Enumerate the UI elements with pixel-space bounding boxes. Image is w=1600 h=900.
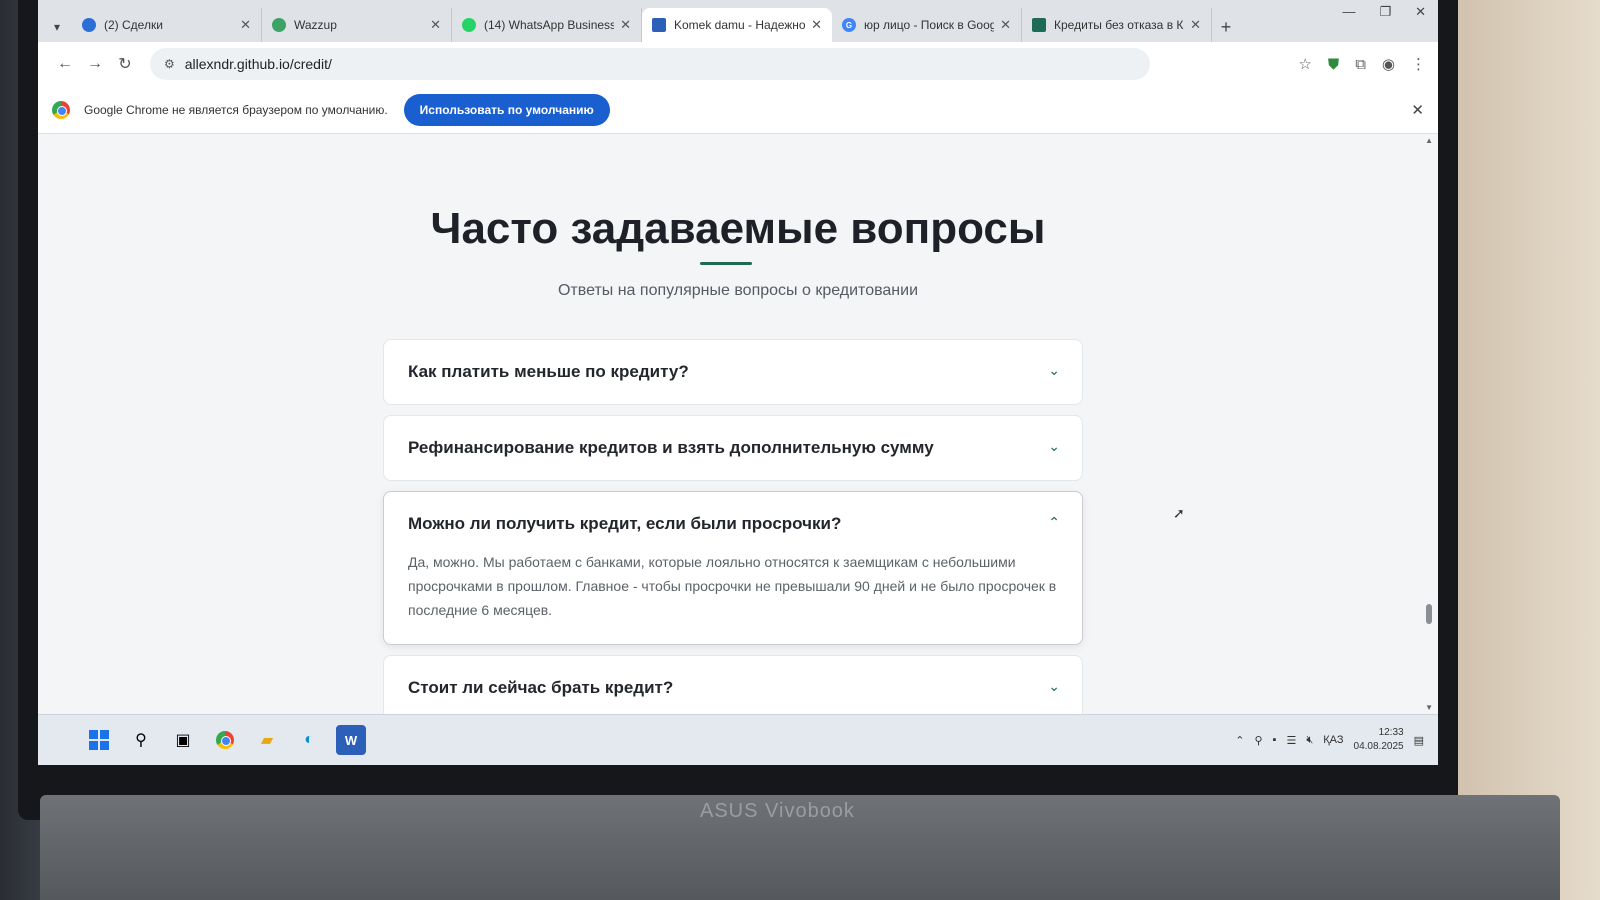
restore-icon[interactable]: ❐ bbox=[1379, 4, 1391, 20]
word-icon[interactable]: W bbox=[336, 725, 366, 755]
scroll-down-icon[interactable]: ▼ bbox=[1425, 703, 1433, 712]
file-explorer-icon[interactable]: ▰ bbox=[252, 725, 282, 755]
set-default-button[interactable]: Использовать по умолчанию bbox=[403, 93, 610, 126]
faq-item[interactable]: Стоит ли сейчас брать кредит? ⌄ bbox=[383, 655, 1083, 721]
faq-item[interactable]: Как платить меньше по кредиту? ⌄ bbox=[383, 339, 1083, 405]
infobar-message: Google Chrome не является браузером по у… bbox=[84, 102, 388, 117]
page-subtitle: Ответы на популярные вопросы о кредитова… bbox=[557, 282, 919, 299]
site-settings-icon[interactable]: ⚙ bbox=[164, 57, 175, 71]
tab-title: Wazzup bbox=[294, 18, 337, 32]
back-arrow-icon[interactable]: ← bbox=[50, 49, 80, 79]
clock[interactable]: 12:33 04.08.2025 bbox=[1354, 726, 1404, 754]
location-icon[interactable]: ⚲ bbox=[1254, 734, 1262, 747]
extensions-puzzle-icon[interactable]: ⧉ bbox=[1355, 56, 1366, 73]
default-browser-infobar: Google Chrome не является браузером по у… bbox=[38, 86, 1438, 134]
chevron-down-icon[interactable]: ⌄ bbox=[1048, 678, 1060, 695]
volume-muted-icon[interactable]: 🔇︎ bbox=[1306, 734, 1313, 747]
tab-google-search[interactable]: G юр лицо - Поиск в Google ✕ bbox=[832, 8, 1022, 42]
faq-question: Можно ли получить кредит, если были прос… bbox=[408, 514, 842, 533]
chevron-up-icon[interactable]: ⌃ bbox=[1048, 514, 1060, 531]
tab-komek-damu[interactable]: Komek damu - Надежное ✕ bbox=[642, 8, 832, 42]
tray-app-icon[interactable]: ▪ bbox=[1273, 734, 1277, 746]
tab-close-icon[interactable]: ✕ bbox=[1190, 17, 1201, 33]
faq-question: Как платить меньше по кредиту? bbox=[408, 362, 689, 381]
new-tab-button[interactable]: + bbox=[1212, 12, 1240, 42]
chevron-down-icon[interactable]: ⌄ bbox=[1048, 438, 1060, 455]
clock-date: 04.08.2025 bbox=[1353, 741, 1404, 752]
menu-dots-icon[interactable]: ⋮ bbox=[1411, 55, 1426, 73]
reload-icon[interactable]: ↻ bbox=[110, 49, 140, 79]
forward-arrow-icon[interactable]: → bbox=[80, 49, 110, 79]
clock-time: 12:33 bbox=[1378, 727, 1404, 738]
tab-close-icon[interactable]: ✕ bbox=[240, 17, 251, 33]
system-tray: ⌃ ⚲ ▪ ☰ 🔇︎ ҚАЗ 12:33 04.08.2025 ▤ bbox=[1235, 726, 1438, 754]
faq-list: Как платить меньше по кредиту? ⌄ Рефинан… bbox=[383, 339, 1083, 731]
page-scrollbar[interactable]: ▲ ▼ bbox=[1424, 134, 1434, 714]
tab-close-icon[interactable]: ✕ bbox=[620, 17, 631, 33]
tab-close-icon[interactable]: ✕ bbox=[1000, 17, 1011, 33]
faq-item[interactable]: Рефинансирование кредитов и взять дополн… bbox=[383, 415, 1083, 481]
tab-credits[interactable]: Кредиты без отказа в Ка ✕ bbox=[1022, 8, 1212, 42]
favicon-icon bbox=[82, 18, 96, 32]
tab-title: Komek damu - Надежное bbox=[674, 18, 806, 32]
browser-toolbar: ← → ↻ ⚙ allexndr.github.io/credit/ ☆ ⛊ ⧉… bbox=[38, 42, 1438, 86]
chrome-logo-icon bbox=[52, 100, 70, 119]
faq-item-open[interactable]: Можно ли получить кредит, если были прос… bbox=[383, 491, 1083, 645]
edge-icon[interactable]: ◐ bbox=[294, 725, 324, 755]
address-bar[interactable]: ⚙ allexndr.github.io/credit/ bbox=[150, 48, 1150, 80]
google-icon: G bbox=[842, 18, 856, 32]
laptop-brand: ASUS Vivobook bbox=[700, 800, 855, 822]
favicon-icon bbox=[462, 18, 476, 32]
tab-title: (2) Сделки bbox=[104, 18, 163, 32]
tab-wazzup[interactable]: Wazzup ✕ bbox=[262, 8, 452, 42]
infobar-close-icon[interactable]: ✕ bbox=[1411, 101, 1424, 119]
tab-title: Кредиты без отказа в Ка bbox=[1054, 18, 1185, 32]
mouse-cursor-icon: ➚ bbox=[1173, 505, 1185, 521]
windows-start-icon[interactable] bbox=[84, 725, 114, 755]
favicon-icon bbox=[1032, 18, 1046, 32]
taskbar: ⚲ ▣ ▰ ◐ W ⌃ ⚲ ▪ ☰ 🔇︎ ҚАЗ 12:33 04.08.202… bbox=[38, 714, 1438, 765]
chevron-down-icon[interactable]: ⌄ bbox=[1048, 362, 1060, 379]
tray-chevron-up-icon[interactable]: ⌃ bbox=[1235, 734, 1244, 747]
scroll-up-icon[interactable]: ▲ bbox=[1425, 136, 1433, 145]
url-text: allexndr.github.io/credit/ bbox=[184, 56, 332, 72]
shield-extension-icon[interactable]: ⛊ bbox=[1328, 56, 1339, 73]
window-controls: — ❐ ✕ bbox=[1342, 4, 1426, 20]
tab-deals[interactable]: (2) Сделки ✕ bbox=[72, 8, 262, 42]
favicon-icon bbox=[652, 18, 666, 32]
tab-strip: ▾ (2) Сделки ✕ Wazzup ✕ (14) WhatsApp Bu… bbox=[38, 0, 1438, 42]
profile-icon[interactable]: ◉ bbox=[1382, 55, 1395, 73]
screen: ▾ (2) Сделки ✕ Wazzup ✕ (14) WhatsApp Bu… bbox=[38, 0, 1438, 765]
notifications-icon[interactable]: ▤ bbox=[1414, 734, 1424, 747]
scroll-thumb[interactable] bbox=[1426, 604, 1432, 624]
bookmark-star-icon[interactable]: ☆ bbox=[1298, 55, 1311, 73]
tab-close-icon[interactable]: ✕ bbox=[811, 17, 822, 33]
faq-question: Рефинансирование кредитов и взять дополн… bbox=[408, 438, 934, 457]
chrome-taskbar-icon[interactable] bbox=[210, 725, 240, 755]
faq-question: Стоит ли сейчас брать кредит? bbox=[408, 678, 674, 697]
tab-whatsapp-business[interactable]: (14) WhatsApp Business ✕ bbox=[452, 8, 642, 42]
search-icon[interactable]: ⚲ bbox=[126, 725, 156, 755]
title-underline bbox=[700, 262, 752, 265]
task-view-icon[interactable]: ▣ bbox=[168, 725, 198, 755]
page-content: Часто задаваемые вопросы Ответы на попул… bbox=[38, 134, 1438, 721]
tab-search-icon[interactable]: ▾ bbox=[46, 12, 68, 42]
tab-title: (14) WhatsApp Business bbox=[484, 18, 615, 32]
tab-close-icon[interactable]: ✕ bbox=[430, 17, 441, 33]
favicon-icon bbox=[272, 18, 286, 32]
wifi-icon[interactable]: ☰ bbox=[1286, 734, 1296, 747]
minimize-icon[interactable]: — bbox=[1342, 4, 1355, 20]
language-indicator[interactable]: ҚАЗ bbox=[1323, 734, 1343, 746]
close-window-icon[interactable]: ✕ bbox=[1415, 4, 1426, 20]
tab-title: юр лицо - Поиск в Google bbox=[864, 18, 995, 32]
faq-answer: Да, можно. Мы работаем с банками, которы… bbox=[408, 554, 1057, 618]
toolbar-icons: ☆ ⛊ ⧉ ◉ ⋮ bbox=[1298, 55, 1426, 74]
page-title: Часто задаваемые вопросы bbox=[430, 204, 1046, 253]
